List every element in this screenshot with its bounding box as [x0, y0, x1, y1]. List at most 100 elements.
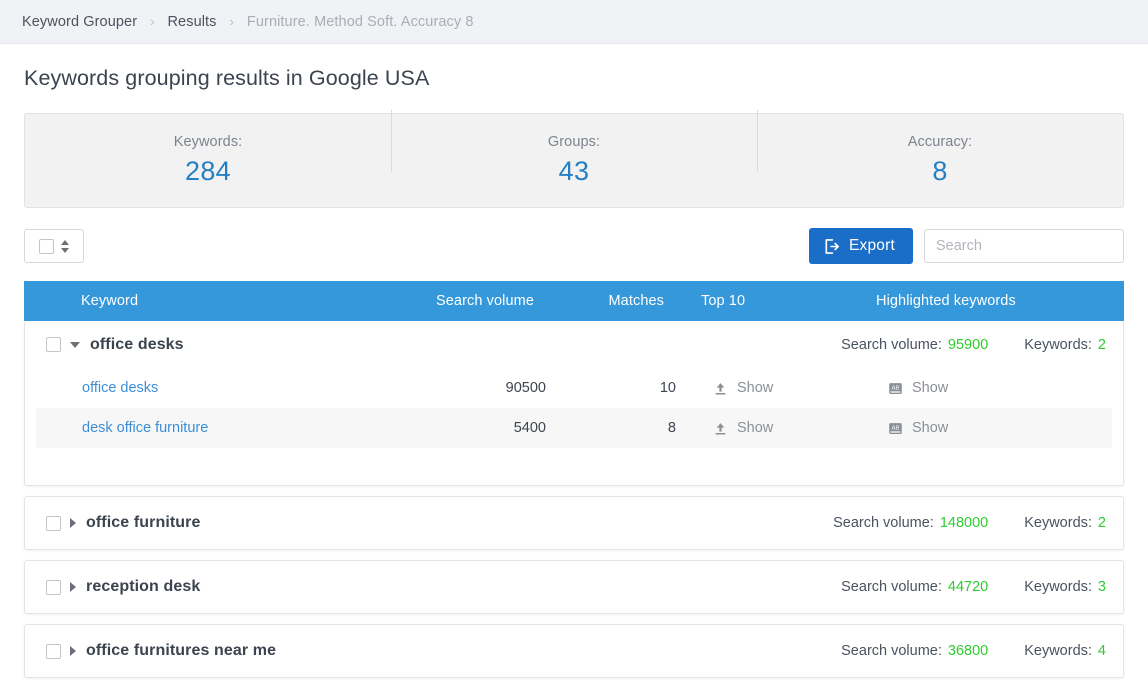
- table-row[interactable]: desk office furniture 5400 8 Show AB Sho…: [36, 408, 1112, 448]
- breadcrumb-separator-icon: ›: [229, 14, 234, 29]
- stat-keywords-label: Keywords:: [173, 134, 243, 150]
- summary-stats-panel: Keywords: 284 Groups: 43 Accuracy: 8: [24, 110, 1124, 208]
- group-keywords-count-value: 2: [1097, 515, 1106, 531]
- chevron-right-icon[interactable]: [70, 646, 76, 656]
- select-all-dropdown[interactable]: [24, 229, 84, 263]
- chevron-right-icon[interactable]: [70, 518, 76, 528]
- row-keyword[interactable]: desk office furniture: [36, 420, 396, 436]
- export-icon: [823, 238, 840, 255]
- table-toolbar: Export: [24, 228, 1124, 264]
- group-search-volume-label: Search volume:: [841, 579, 942, 595]
- group-keywords-count: Keywords: 3: [1024, 579, 1106, 595]
- group-card: reception desk Search volume: 44720 Keywo…: [24, 560, 1124, 614]
- row-search-volume: 5400: [513, 420, 546, 436]
- ab-text-icon: AB: [888, 381, 903, 396]
- group-keywords-count-label: Keywords:: [1024, 515, 1092, 531]
- stat-accuracy-value: 8: [932, 156, 948, 186]
- row-matches: 8: [667, 420, 676, 436]
- column-header-keyword[interactable]: Keyword: [24, 293, 384, 309]
- group-meta: Search volume: 148000 Keywords: 2: [833, 515, 1106, 531]
- show-link-label[interactable]: Show: [737, 420, 773, 436]
- stat-keywords: Keywords: 284: [25, 134, 391, 187]
- group-header[interactable]: office furnitures near me Search volume:…: [25, 625, 1123, 677]
- show-link-label[interactable]: Show: [912, 420, 948, 436]
- row-top10-show[interactable]: Show: [676, 420, 821, 436]
- row-highlighted-show[interactable]: AB Show: [821, 420, 1112, 436]
- row-search-volume: 90500: [505, 380, 546, 396]
- table-header-row: Keyword Search volume Matches Top 10 Hig…: [24, 281, 1124, 321]
- group-keywords-count-value: 3: [1097, 579, 1106, 595]
- upload-arrow-icon: [713, 381, 728, 396]
- group-search-volume: Search volume: 95900: [841, 337, 988, 353]
- chevron-right-icon[interactable]: [70, 582, 76, 592]
- group-keyword-rows: office desks 90500 10 Show AB Show desk …: [25, 368, 1123, 485]
- svg-text:AB: AB: [892, 425, 900, 431]
- page-title: Keywords grouping results in Google USA: [24, 66, 430, 90]
- column-header-search-volume[interactable]: Search volume: [384, 293, 534, 309]
- group-header[interactable]: office furniture Search volume: 148000 Ke…: [25, 497, 1123, 549]
- group-checkbox[interactable]: [46, 515, 61, 531]
- stat-groups: Groups: 43: [391, 110, 757, 187]
- group-checkbox[interactable]: [46, 643, 61, 659]
- column-header-highlighted-keywords[interactable]: Highlighted keywords: [809, 293, 1124, 309]
- group-meta: Search volume: 36800 Keywords: 4: [841, 643, 1106, 659]
- show-link-label[interactable]: Show: [912, 380, 948, 396]
- column-header-matches[interactable]: Matches: [534, 293, 664, 309]
- group-search-volume: Search volume: 44720: [841, 579, 988, 595]
- group-name: office desks: [90, 335, 184, 353]
- group-checkbox[interactable]: [46, 579, 61, 595]
- group-search-volume-value: 148000: [939, 515, 989, 531]
- table-row[interactable]: office desks 90500 10 Show AB Show: [36, 368, 1112, 408]
- group-search-volume-value: 36800: [947, 643, 989, 659]
- group-card: office furnitures near me Search volume:…: [24, 624, 1124, 678]
- group-keywords-count-value: 2: [1097, 336, 1106, 353]
- group-keywords-count: Keywords: 4: [1024, 643, 1106, 659]
- export-button[interactable]: Export: [809, 228, 913, 264]
- chevron-down-icon[interactable]: [70, 341, 80, 348]
- group-keywords-count-value: 4: [1097, 643, 1106, 659]
- search-input[interactable]: [924, 229, 1124, 263]
- stat-accuracy-label: Accuracy:: [907, 134, 973, 150]
- group-keywords-count-label: Keywords:: [1024, 336, 1092, 353]
- group-name: reception desk: [86, 578, 201, 595]
- breadcrumb-item-results[interactable]: Results: [167, 14, 216, 30]
- group-keywords-count: Keywords: 2: [1024, 337, 1106, 353]
- group-name: office furniture: [86, 514, 201, 531]
- group-keywords-count: Keywords: 2: [1024, 515, 1106, 531]
- breadcrumb-separator-icon: ›: [150, 14, 155, 29]
- group-search-volume-label: Search volume:: [841, 336, 942, 353]
- row-highlighted-show[interactable]: AB Show: [821, 380, 1112, 396]
- breadcrumb: Keyword Grouper › Results › Furniture. M…: [0, 0, 1148, 44]
- stat-groups-label: Groups:: [547, 134, 601, 150]
- group-meta: Search volume: 95900 Keywords: 2: [841, 337, 1106, 353]
- group-search-volume-value: 44720: [947, 579, 989, 595]
- breadcrumb-item-keyword-grouper[interactable]: Keyword Grouper: [22, 14, 137, 30]
- group-search-volume-value: 95900: [947, 336, 989, 353]
- group-checkbox[interactable]: [46, 337, 61, 352]
- group-keywords-count-label: Keywords:: [1024, 643, 1092, 659]
- group-name: office furnitures near me: [86, 642, 277, 659]
- export-button-label: Export: [849, 237, 895, 254]
- chevron-up-down-icon[interactable]: [61, 239, 69, 253]
- show-link-label[interactable]: Show: [737, 380, 773, 396]
- stat-accuracy: Accuracy: 8: [757, 110, 1123, 187]
- group-header[interactable]: reception desk Search volume: 44720 Keywo…: [25, 561, 1123, 613]
- group-search-volume: Search volume: 148000: [833, 515, 988, 531]
- stat-groups-value: 43: [558, 156, 590, 186]
- group-header[interactable]: office desks Search volume: 95900 Keyword…: [25, 321, 1123, 368]
- row-keyword[interactable]: office desks: [36, 380, 396, 396]
- group-search-volume: Search volume: 36800: [841, 643, 988, 659]
- column-header-top10[interactable]: Top 10: [664, 293, 809, 309]
- upload-arrow-icon: [713, 421, 728, 436]
- ab-text-icon: AB: [888, 421, 903, 436]
- svg-text:AB: AB: [892, 385, 900, 391]
- group-meta: Search volume: 44720 Keywords: 3: [841, 579, 1106, 595]
- row-matches: 10: [659, 380, 676, 396]
- group-card: office desks Search volume: 95900 Keyword…: [24, 321, 1124, 486]
- group-search-volume-label: Search volume:: [833, 515, 934, 531]
- group-card: office furniture Search volume: 148000 Ke…: [24, 496, 1124, 550]
- row-top10-show[interactable]: Show: [676, 380, 821, 396]
- select-all-checkbox[interactable]: [39, 238, 54, 254]
- breadcrumb-item-current: Furniture. Method Soft. Accuracy 8: [246, 13, 474, 30]
- stat-keywords-value: 284: [185, 156, 231, 186]
